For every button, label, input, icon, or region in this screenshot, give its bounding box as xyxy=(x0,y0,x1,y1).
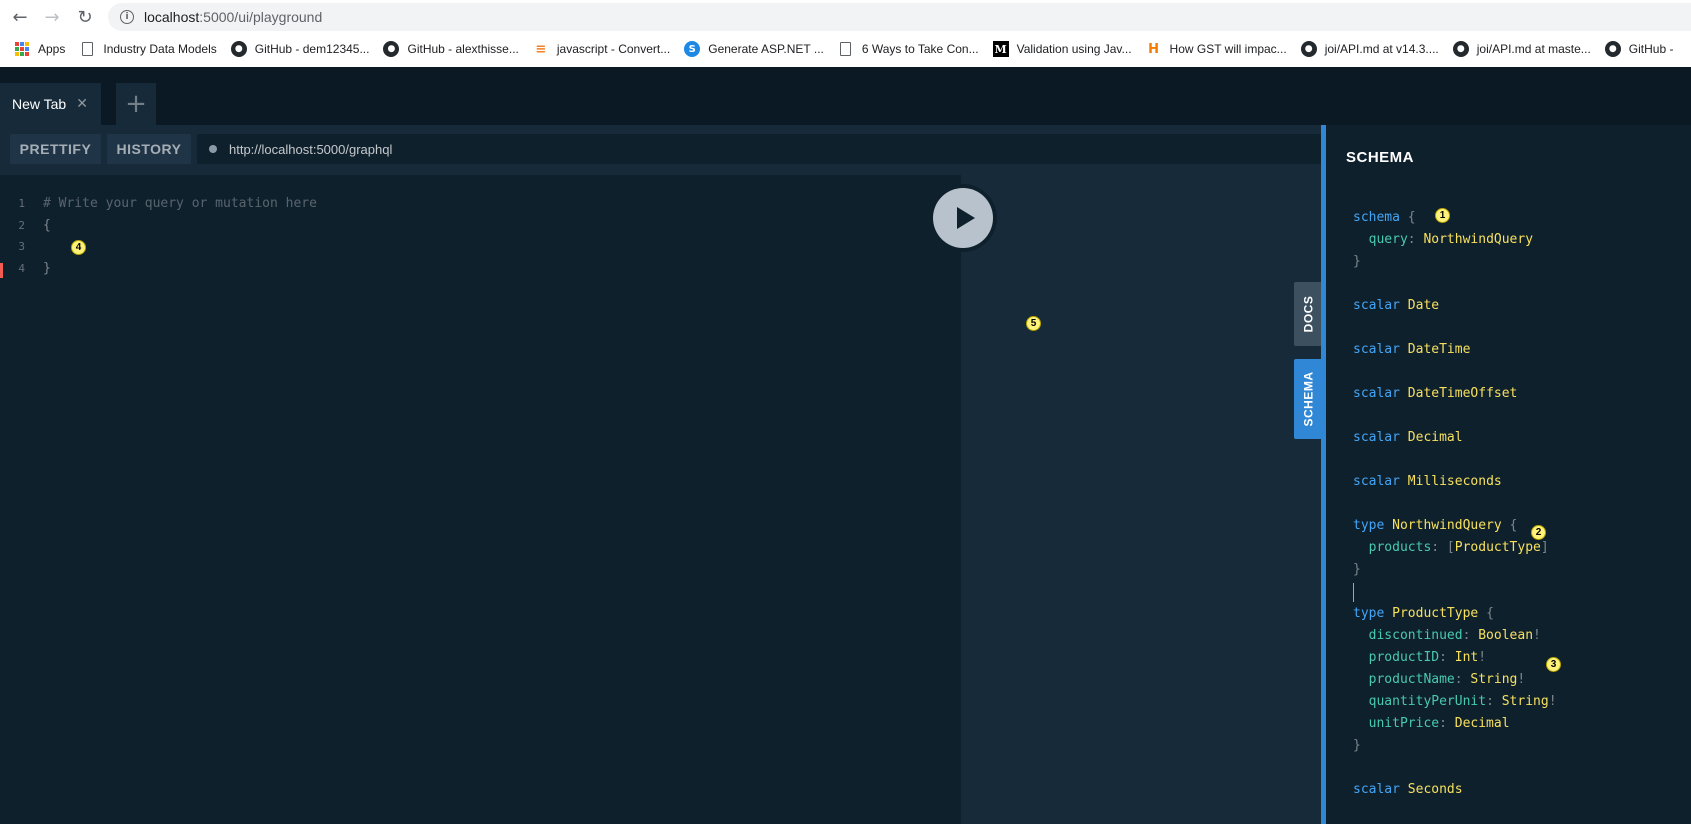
browser-chrome: ← → ↻ i localhost:5000/ui/playground App… xyxy=(0,0,1691,67)
editor-line[interactable]: 4 } xyxy=(0,260,961,282)
code-brace-close[interactable]: } xyxy=(43,261,51,276)
annotation-marker: 5 xyxy=(1026,316,1041,331)
sdl-line: type ProductType { xyxy=(1353,606,1494,621)
url-text[interactable]: localhost:5000/ui/playground xyxy=(144,9,322,25)
sdl-line: scalar Milliseconds xyxy=(1353,474,1502,489)
h-site-icon: H xyxy=(1148,41,1159,57)
add-tab-button[interactable]: + xyxy=(116,83,156,125)
code-empty-line[interactable] xyxy=(43,239,59,254)
code-brace-open[interactable]: { xyxy=(43,218,51,233)
annotation-marker: 1 xyxy=(1435,208,1450,223)
line-number: 1 xyxy=(18,197,25,210)
github-icon: ● xyxy=(1300,41,1317,57)
annotation-marker: 4 xyxy=(71,240,86,255)
schema-tab[interactable]: SCHEMA xyxy=(1294,359,1322,439)
forward-arrow-icon[interactable]: → xyxy=(42,7,62,28)
sdl-line: schema { xyxy=(1353,210,1416,225)
sdl-line: query: NorthwindQuery xyxy=(1353,232,1534,247)
page-icon xyxy=(79,41,95,57)
query-editor[interactable]: 1 # Write your query or mutation here 2 … xyxy=(0,175,961,824)
sdl-line: } xyxy=(1353,562,1361,577)
bookmark-github-dem[interactable]: ● GitHub - dem12345... xyxy=(230,41,369,57)
sdl-line: scalar Date xyxy=(1353,298,1440,313)
bookmark-gst[interactable]: H How GST will impac... xyxy=(1146,41,1287,57)
bookmark-apps[interactable]: Apps xyxy=(14,41,65,57)
endpoint-url[interactable]: http://localhost:5000/graphql xyxy=(229,142,392,157)
sdl-line: scalar Decimal xyxy=(1353,430,1463,445)
schema-tab-label: SCHEMA xyxy=(1301,371,1316,427)
github-icon: ● xyxy=(230,41,247,57)
bookmark-github-last[interactable]: ● GitHub - xyxy=(1604,41,1673,57)
tab-new-tab[interactable]: New Tab ✕ xyxy=(0,83,101,125)
sdl-line: products: [ProductType] xyxy=(1353,540,1549,555)
sdl-line: } xyxy=(1353,254,1361,269)
bookmarks-bar: Apps Industry Data Models ● GitHub - dem… xyxy=(0,36,1691,62)
stackoverflow-icon: ≡ xyxy=(535,41,547,57)
editor-toolbar: PRETTIFY HISTORY http://localhost:5000/g… xyxy=(0,125,1321,175)
bookmark-industry-data-models[interactable]: Industry Data Models xyxy=(79,41,217,57)
sdl-line: scalar Seconds xyxy=(1353,782,1463,797)
bookmark-6-ways[interactable]: 6 Ways to Take Con... xyxy=(838,41,979,57)
address-bar[interactable]: i localhost:5000/ui/playground xyxy=(108,3,1691,31)
sdl-line: productID: Int! xyxy=(1353,650,1487,665)
sdl-line: unitPrice: Decimal xyxy=(1353,716,1510,731)
bookmark-github-alex[interactable]: ● GitHub - alexthisse... xyxy=(383,41,519,57)
endpoint-input[interactable]: http://localhost:5000/graphql xyxy=(197,134,1321,164)
play-icon xyxy=(956,207,975,229)
docs-tab[interactable]: DOCS xyxy=(1294,282,1322,346)
reload-icon[interactable]: ↻ xyxy=(75,7,95,28)
sdl-line: type NorthwindQuery { xyxy=(1353,518,1518,533)
schema-panel: SCHEMA schema { query: NorthwindQuery } … xyxy=(1326,125,1691,824)
editor-line[interactable]: 1 # Write your query or mutation here xyxy=(0,195,961,217)
sdl-line: discontinued: Boolean! xyxy=(1353,628,1541,643)
github-icon: ● xyxy=(1604,41,1621,57)
results-pane xyxy=(961,175,1321,824)
line-number: 2 xyxy=(18,219,25,232)
sdl-line: quantityPerUnit: String! xyxy=(1353,694,1557,709)
code-comment[interactable]: # Write your query or mutation here xyxy=(43,196,317,211)
playground-tabs-bar: New Tab ✕ + xyxy=(0,67,1691,125)
line-number: 4 xyxy=(18,262,25,275)
medium-icon: M xyxy=(992,41,1009,57)
sdl-line: } xyxy=(1353,738,1361,753)
docs-tab-label: DOCS xyxy=(1301,295,1316,333)
sdl-line: productName: String! xyxy=(1353,672,1526,687)
github-icon: ● xyxy=(1452,41,1469,57)
sdl-line: scalar DateTimeOffset xyxy=(1353,386,1518,401)
info-icon[interactable]: i xyxy=(120,10,134,24)
text-cursor xyxy=(1353,583,1354,602)
back-arrow-icon[interactable]: ← xyxy=(10,7,30,28)
bookmark-joi-v14[interactable]: ● joi/API.md at v14.3.... xyxy=(1300,41,1439,57)
sdl-line: scalar DateTime xyxy=(1353,342,1471,357)
editor-line[interactable]: 3 xyxy=(0,238,961,260)
annotation-marker: 2 xyxy=(1531,525,1546,540)
bookmark-generate-aspnet[interactable]: S Generate ASP.NET ... xyxy=(684,41,824,57)
bookmark-joi-master[interactable]: ● joi/API.md at maste... xyxy=(1452,41,1591,57)
editor-line[interactable]: 2 { xyxy=(0,217,961,239)
line-number: 3 xyxy=(18,240,25,253)
schema-panel-title: SCHEMA xyxy=(1346,149,1415,166)
tab-title: New Tab xyxy=(12,96,67,112)
bookmark-javascript-convert[interactable]: ≡ javascript - Convert... xyxy=(533,41,670,57)
prettify-button[interactable]: PRETTIFY xyxy=(10,134,101,164)
page-icon xyxy=(838,41,854,57)
close-icon[interactable]: ✕ xyxy=(76,96,88,112)
generic-site-icon: S xyxy=(684,41,701,57)
apps-grid-icon xyxy=(14,41,30,57)
history-button[interactable]: HISTORY xyxy=(107,134,191,164)
github-icon: ● xyxy=(383,41,400,57)
address-row: ← → ↻ i localhost:5000/ui/playground xyxy=(0,0,1691,34)
annotation-marker: 3 xyxy=(1546,657,1561,672)
connection-status-dot xyxy=(209,145,217,153)
execute-query-button[interactable] xyxy=(929,184,997,252)
bookmark-validation[interactable]: M Validation using Jav... xyxy=(992,41,1132,57)
